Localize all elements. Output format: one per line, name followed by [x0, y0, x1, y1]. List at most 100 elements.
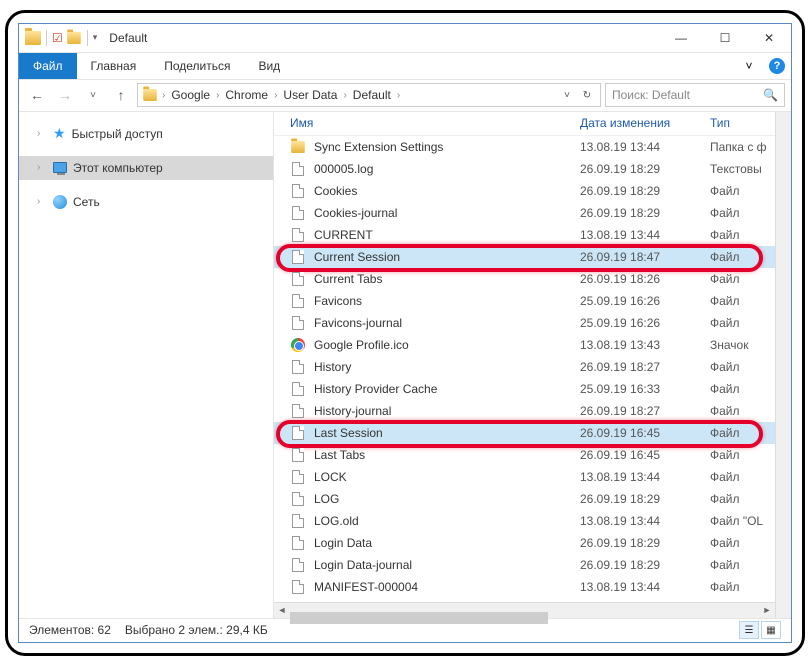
scroll-left-button[interactable]: ◄	[274, 602, 290, 618]
ribbon-tab-share[interactable]: Поделиться	[150, 53, 244, 79]
chevron-right-icon[interactable]: ›	[274, 90, 277, 101]
file-icon	[290, 205, 306, 221]
file-row[interactable]: Favicons-journal25.09.19 16:26Файл	[274, 312, 775, 334]
file-row[interactable]: LOG26.09.19 18:29Файл	[274, 488, 775, 510]
qat-props-icon[interactable]: ☑	[52, 31, 63, 45]
file-row[interactable]: History Provider Cache25.09.19 16:33Файл	[274, 378, 775, 400]
file-name: LOCK	[314, 470, 580, 484]
file-row[interactable]: MANIFEST-00000413.08.19 13:44Файл	[274, 576, 775, 598]
file-name: Last Tabs	[314, 448, 580, 462]
file-row[interactable]: Login Data26.09.19 18:29Файл	[274, 532, 775, 554]
file-row[interactable]: Last Session26.09.19 16:45Файл	[274, 422, 775, 444]
scroll-right-button[interactable]: ►	[759, 602, 775, 618]
star-icon: ★	[53, 125, 66, 142]
file-date: 26.09.19 18:47	[580, 250, 710, 264]
column-name[interactable]: Имя	[290, 116, 580, 130]
file-type: Папка с ф	[710, 140, 775, 154]
file-icon	[290, 535, 306, 551]
qat-dropdown-icon[interactable]: ▾	[93, 32, 98, 43]
maximize-button[interactable]: ☐	[703, 24, 747, 52]
ribbon-tab-home[interactable]: Главная	[77, 53, 151, 79]
nav-label: Этот компьютер	[73, 161, 163, 175]
file-row[interactable]: 000005.log26.09.19 18:29Текстовы	[274, 158, 775, 180]
horizontal-scrollbar[interactable]: ◄ ►	[274, 602, 775, 618]
ribbon-tab-view[interactable]: Вид	[244, 53, 294, 79]
file-row[interactable]: Sync Extension Settings13.08.19 13:44Пап…	[274, 136, 775, 158]
file-date: 25.09.19 16:26	[580, 316, 710, 330]
breadcrumb-item[interactable]: Google	[169, 88, 212, 102]
file-row[interactable]: Current Tabs26.09.19 18:26Файл	[274, 268, 775, 290]
file-type: Файл	[710, 448, 775, 462]
chevron-right-icon[interactable]: ›	[216, 90, 219, 101]
address-row: ← → ˅ ↑ › Google › Chrome › User Data › …	[19, 80, 791, 112]
file-name: Google Profile.ico	[314, 338, 580, 352]
file-row[interactable]: Current Session26.09.19 18:47Файл	[274, 246, 775, 268]
column-type[interactable]: Тип	[710, 116, 775, 130]
file-icon	[290, 359, 306, 375]
nav-label: Сеть	[73, 195, 100, 209]
help-button[interactable]: ?	[763, 53, 791, 79]
expand-ribbon-button[interactable]: ˅	[735, 53, 763, 79]
vertical-scrollbar[interactable]	[775, 112, 791, 618]
column-date[interactable]: Дата изменения	[580, 116, 710, 130]
icons-view-button[interactable]: ▦	[761, 621, 781, 639]
file-row[interactable]: Last Tabs26.09.19 16:45Файл	[274, 444, 775, 466]
nav-this-pc[interactable]: › Этот компьютер	[19, 156, 273, 180]
file-row[interactable]: Google Profile.ico13.08.19 13:43Значок	[274, 334, 775, 356]
forward-button[interactable]: →	[53, 83, 77, 107]
file-name: History-journal	[314, 404, 580, 418]
breadcrumb-item[interactable]: User Data	[281, 88, 339, 102]
file-row[interactable]: CURRENT13.08.19 13:44Файл	[274, 224, 775, 246]
qat-newfolder-icon[interactable]	[67, 32, 81, 44]
close-button[interactable]: ✕	[747, 24, 791, 52]
file-icon	[290, 557, 306, 573]
breadcrumb-item[interactable]: Chrome	[223, 88, 270, 102]
file-row[interactable]: LOCK13.08.19 13:44Файл	[274, 466, 775, 488]
search-input[interactable]: Поиск: Default 🔍	[605, 83, 785, 107]
chevron-right-icon[interactable]: ›	[397, 90, 400, 101]
recent-dropdown[interactable]: ˅	[81, 83, 105, 107]
window-title: Default	[103, 31, 659, 45]
search-placeholder: Поиск: Default	[612, 88, 690, 102]
file-type: Файл	[710, 470, 775, 484]
details-view-button[interactable]: ☰	[739, 621, 759, 639]
status-element-count: Элементов: 62	[29, 623, 111, 637]
search-icon[interactable]: 🔍	[763, 88, 778, 102]
file-name: Last Session	[314, 426, 580, 440]
titlebar[interactable]: ☑ ▾ Default ― ☐ ✕	[19, 24, 791, 52]
file-row[interactable]: Cookies-journal26.09.19 18:29Файл	[274, 202, 775, 224]
breadcrumb-item[interactable]: Default	[351, 88, 393, 102]
file-row[interactable]: History-journal26.09.19 18:27Файл	[274, 400, 775, 422]
nav-network[interactable]: › Сеть	[19, 190, 273, 214]
address-bar[interactable]: › Google › Chrome › User Data › Default …	[137, 83, 601, 107]
up-button[interactable]: ↑	[109, 83, 133, 107]
chevron-right-icon[interactable]: ›	[37, 128, 47, 139]
file-row[interactable]: Cookies26.09.19 18:29Файл	[274, 180, 775, 202]
file-row[interactable]: History26.09.19 18:27Файл	[274, 356, 775, 378]
file-row[interactable]: LOG.old13.08.19 13:44Файл "OL	[274, 510, 775, 532]
back-button[interactable]: ←	[25, 83, 49, 107]
refresh-button[interactable]: ↻	[578, 86, 596, 104]
chevron-right-icon[interactable]: ›	[37, 196, 47, 207]
chevron-right-icon[interactable]: ›	[37, 162, 47, 173]
file-tab[interactable]: Файл	[19, 53, 77, 79]
file-icon	[290, 469, 306, 485]
file-type: Файл	[710, 316, 775, 330]
file-type: Файл	[710, 294, 775, 308]
chevron-right-icon[interactable]: ›	[162, 90, 165, 101]
file-type: Значок	[710, 338, 775, 352]
file-type: Файл	[710, 536, 775, 550]
file-date: 26.09.19 18:27	[580, 360, 710, 374]
file-list[interactable]: Sync Extension Settings13.08.19 13:44Пап…	[274, 136, 775, 602]
scroll-thumb[interactable]	[290, 612, 548, 624]
file-row[interactable]: Login Data-journal26.09.19 18:29Файл	[274, 554, 775, 576]
file-name: History Provider Cache	[314, 382, 580, 396]
file-date: 26.09.19 16:45	[580, 448, 710, 462]
chevron-right-icon[interactable]: ›	[343, 90, 346, 101]
nav-quick-access[interactable]: › ★ Быстрый доступ	[19, 122, 273, 146]
address-dropdown[interactable]: ˅	[558, 86, 576, 104]
file-row[interactable]: Favicons25.09.19 16:26Файл	[274, 290, 775, 312]
file-date: 26.09.19 18:27	[580, 404, 710, 418]
file-date: 26.09.19 18:29	[580, 206, 710, 220]
minimize-button[interactable]: ―	[659, 24, 703, 52]
